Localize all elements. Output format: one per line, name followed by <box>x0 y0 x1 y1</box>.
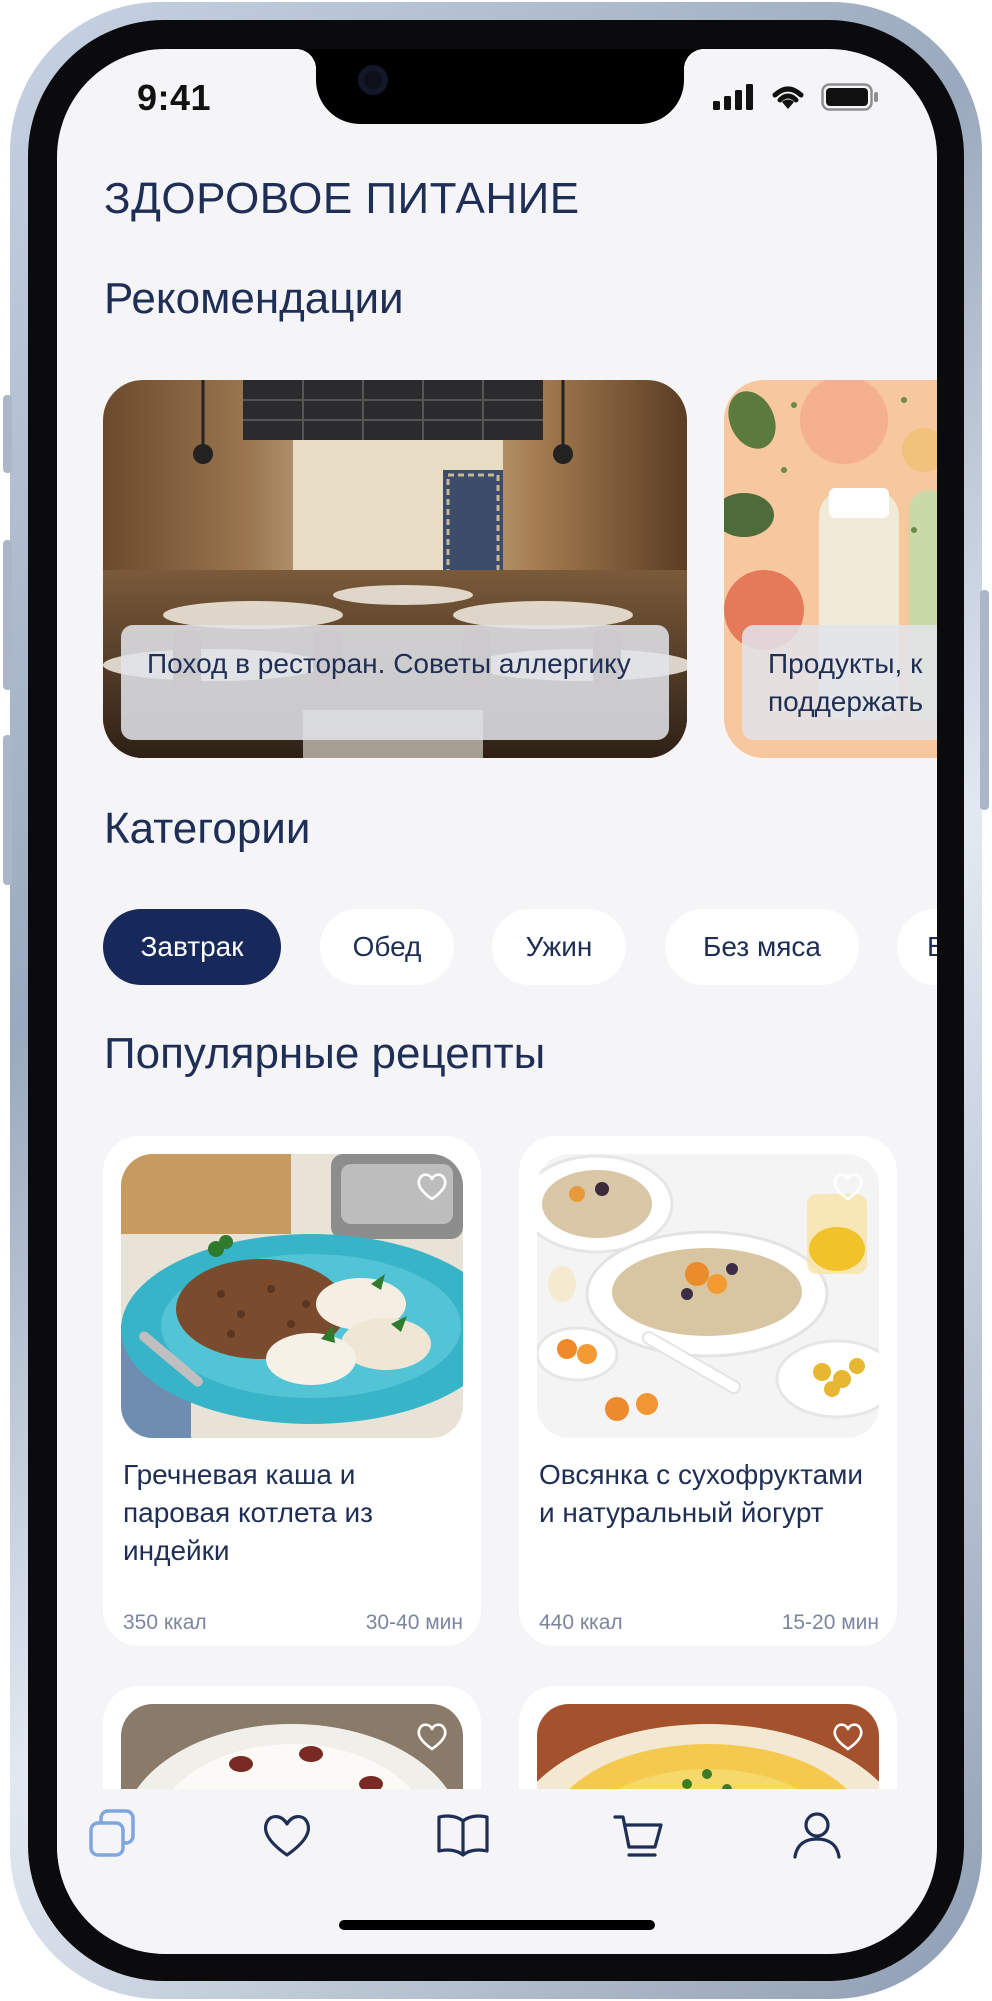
tab-bar <box>57 1789 897 1909</box>
front-camera <box>358 65 388 95</box>
recipe-time: 30-40 мин <box>365 1611 463 1634</box>
recommendation-caption-2: Продукты, к поддержать <box>742 625 937 740</box>
cart-icon[interactable] <box>609 1805 669 1865</box>
recipe-calories: 440 ккал <box>539 1611 623 1634</box>
status-icons <box>713 83 879 111</box>
page-title: ЗДОРОВОЕ ПИТАНИЕ <box>104 174 580 223</box>
notch-corner-left <box>296 49 316 69</box>
recipe-photo-oatmeal <box>537 1154 879 1438</box>
category-chip-breakfast[interactable]: Завтрак <box>103 909 281 985</box>
favorite-heart-icon[interactable] <box>415 1720 449 1752</box>
home-indicator[interactable] <box>339 1920 655 1930</box>
recipe-time: 15-20 мин <box>781 1611 879 1634</box>
side-button-silent <box>3 395 12 473</box>
category-chip-no-meat[interactable]: Без мяса <box>665 909 859 985</box>
recommendation-card-restaurant[interactable]: Поход в ресторан. Советы аллергику <box>103 380 687 758</box>
recommendation-caption: Поход в ресторан. Советы аллергику <box>121 625 669 740</box>
recipes-book-icon[interactable] <box>433 1805 493 1865</box>
recipe-title: Овсянка с сухофруктами и натуральный йог… <box>539 1459 864 1528</box>
notch <box>316 49 684 124</box>
side-button-power <box>980 590 989 810</box>
recipe-photo-buckwheat <box>121 1154 463 1438</box>
recipe-title: Гречневая каша и паровая котлета из инде… <box>123 1459 374 1566</box>
category-chip-more[interactable]: Б <box>897 909 937 985</box>
battery-icon <box>821 83 878 111</box>
category-chip-dinner[interactable]: Ужин <box>492 909 626 985</box>
side-button-volume-down <box>3 735 12 885</box>
app-screen: 9:41 ЗДОРОВОЕ ПИТАНИЕ Рекомендации Поход… <box>57 49 937 1954</box>
category-chip-lunch[interactable]: Обед <box>320 909 454 985</box>
categories-heading: Категории <box>104 804 311 853</box>
category-chip-more-label: Б <box>927 931 937 962</box>
popular-heading: Популярные рецепты <box>104 1029 546 1078</box>
favorite-heart-icon[interactable] <box>415 1170 449 1202</box>
favorite-heart-icon[interactable] <box>831 1170 865 1202</box>
status-time: 9:41 <box>137 77 212 118</box>
side-button-volume-up <box>3 540 12 690</box>
favorite-heart-icon[interactable] <box>831 1720 865 1752</box>
recommendation-card-products[interactable]: Продукты, к поддержать <box>724 380 937 758</box>
recipe-card[interactable]: Овсянка с сухофруктами и натуральный йог… <box>519 1136 897 1646</box>
notch-corner-right <box>684 49 704 69</box>
recipe-card[interactable]: Гречневая каша и паровая котлета из инде… <box>103 1136 481 1646</box>
cellular-signal-icon <box>713 84 753 110</box>
wifi-icon <box>772 86 804 109</box>
profile-icon[interactable] <box>787 1805 847 1865</box>
recommendations-heading: Рекомендации <box>104 274 404 323</box>
recipe-calories: 350 ккал <box>123 1611 207 1634</box>
favorites-heart-icon[interactable] <box>257 1805 317 1865</box>
home-icon[interactable] <box>83 1805 143 1865</box>
